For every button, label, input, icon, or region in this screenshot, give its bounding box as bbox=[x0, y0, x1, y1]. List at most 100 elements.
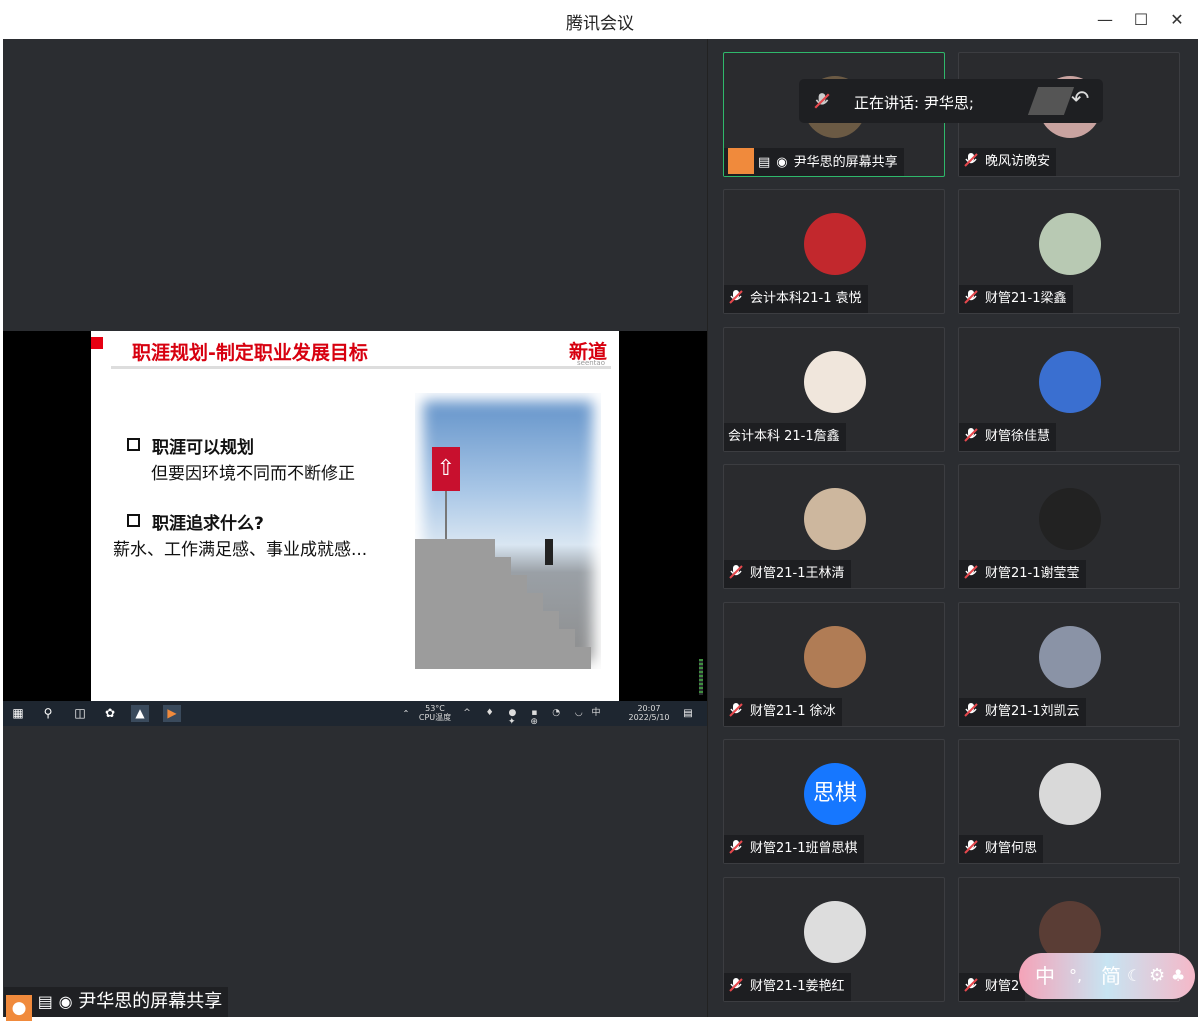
participant-tile[interactable]: 财管21-1王林清 bbox=[723, 464, 945, 589]
close-button[interactable]: ✕ bbox=[1162, 8, 1192, 32]
participant-avatar bbox=[1039, 213, 1101, 275]
cpu-temp-label: CPU温度 bbox=[418, 713, 452, 722]
bullet-box-icon bbox=[127, 438, 140, 451]
slide-title-underline bbox=[111, 366, 611, 369]
participant-name-label: 财管何思 bbox=[959, 835, 1044, 863]
participant-name-label: 财管21-1 徐冰 bbox=[724, 698, 842, 726]
participant-name-label: 财管21-1班曾思棋 bbox=[724, 835, 864, 863]
participant-name: 财管21-1班曾思棋 bbox=[750, 841, 858, 856]
ime-indicator: 中 bbox=[591, 708, 601, 718]
search-icon: ⚲ bbox=[43, 706, 53, 720]
participant-avatar bbox=[1039, 351, 1101, 413]
app-icon: ✿ bbox=[104, 706, 116, 720]
title-bar: 腾讯会议 — ☐ ✕ bbox=[0, 0, 1200, 39]
participant-name: 财管21-1谢莹莹 bbox=[985, 566, 1080, 581]
participant-panel: ▤ ◉ 尹华思的屏幕共享 晚风访晚安 会计本科21-1 袁悦 财管21-1梁鑫 会计… bbox=[707, 39, 1198, 1017]
slide-logo-sub: seentao bbox=[576, 359, 605, 367]
participant-avatar bbox=[804, 351, 866, 413]
participant-tile[interactable]: 财管徐佳慧 bbox=[958, 327, 1180, 452]
mic-muted-icon bbox=[964, 290, 978, 304]
shared-taskbar: ▦ ⚲ ◫ ✿ ▲ ▶ ⌃ 53°C CPU温度 ^ ♦ ● ▪ ◔ ◡ ✦ ⊕ … bbox=[3, 701, 707, 727]
mic-muted-icon bbox=[964, 153, 978, 167]
clock-date: 2022/5/10 bbox=[628, 713, 670, 722]
ime-lang[interactable]: 中 bbox=[1035, 953, 1055, 999]
clock: 20:07 2022/5/10 bbox=[623, 704, 675, 722]
bullet-box-icon bbox=[127, 514, 140, 527]
ime-mode[interactable]: 简 bbox=[1101, 953, 1121, 999]
participant-name: 财管21-1刘凯云 bbox=[985, 704, 1080, 719]
undo-arrow-icon[interactable]: ↶ bbox=[1071, 87, 1089, 112]
screen-share-icon: ▤ bbox=[758, 155, 771, 170]
participant-name: 会计本科 21-1詹鑫 bbox=[728, 429, 840, 444]
participant-tile[interactable]: 财管21-1谢莹莹 bbox=[958, 464, 1180, 589]
participant-tile[interactable]: 财管21-1 徐冰 bbox=[723, 602, 945, 727]
stairs-graphic bbox=[415, 539, 591, 669]
slide-title: 职涯规划-制定职业发展目标 bbox=[132, 342, 368, 364]
participant-name-label: 财管21-1刘凯云 bbox=[959, 698, 1086, 726]
participant-tile[interactable]: 思棋 财管21-1班曾思棋 bbox=[723, 739, 945, 864]
participant-name: 财管21-1梁鑫 bbox=[985, 291, 1067, 306]
participant-name-label: 财管21-1梁鑫 bbox=[959, 285, 1073, 313]
punctuation-icon[interactable]: °, bbox=[1069, 953, 1082, 999]
participant-name: 财管徐佳慧 bbox=[985, 429, 1051, 444]
participant-name: 财管何思 bbox=[985, 841, 1038, 856]
shared-screen: 职涯规划-制定职业发展目标 新道 seentao 职涯可以规划 但要因环境不同而… bbox=[3, 331, 707, 727]
mic-muted-icon bbox=[964, 978, 978, 992]
mic-muted-icon bbox=[729, 840, 743, 854]
participant-tile[interactable]: 财管21-1刘凯云 bbox=[958, 602, 1180, 727]
mic-muted-icon bbox=[964, 428, 978, 442]
slide-bullet-2-text: 职涯追求什么? bbox=[152, 514, 264, 534]
mic-muted-icon bbox=[729, 978, 743, 992]
ime-toolbar[interactable]: 中 °, 简 ☾ ⚙ ♣ bbox=[1019, 953, 1195, 999]
participant-avatar bbox=[804, 488, 866, 550]
participant-name: 晚风访晚安 bbox=[985, 154, 1051, 169]
participant-name-label: 财管21-1谢莹莹 bbox=[959, 560, 1086, 588]
maximize-button[interactable]: ☐ bbox=[1126, 8, 1156, 32]
participant-name-label: ▤ ◉ 尹华思的屏幕共享 bbox=[724, 148, 904, 176]
participant-tile[interactable]: 财管21-1姜艳红 bbox=[723, 877, 945, 1002]
moon-icon[interactable]: ☾ bbox=[1127, 953, 1141, 999]
participant-tile[interactable]: 财管21-1梁鑫 bbox=[958, 189, 1180, 314]
gear-icon[interactable]: ⚙ bbox=[1149, 953, 1165, 999]
chevron-up-icon: ⌃ bbox=[402, 709, 410, 718]
participant-tile[interactable]: 会计本科21-1 袁悦 bbox=[723, 189, 945, 314]
participant-name: 财管2 bbox=[985, 979, 1020, 994]
participant-avatar bbox=[804, 213, 866, 275]
mic-muted-icon bbox=[729, 703, 743, 717]
skin-icon[interactable]: ♣ bbox=[1171, 953, 1185, 999]
microphone-icon: ◉ bbox=[776, 155, 788, 170]
slide-bullet-1-sub: 但要因环境不同而不断修正 bbox=[151, 464, 355, 484]
cpu-temp-value: 53°C bbox=[425, 704, 445, 713]
windows-start-icon: ▦ bbox=[12, 706, 24, 720]
speaking-text: 正在讲话: 尹华思; bbox=[854, 94, 974, 112]
slide-red-marker bbox=[91, 337, 103, 349]
minimize-button[interactable]: — bbox=[1090, 8, 1120, 32]
slide-bullet-1-text: 职涯可以规划 bbox=[152, 438, 254, 458]
slide-bullet-1: 职涯可以规划 bbox=[127, 433, 254, 458]
participant-name: 财管21-1王林清 bbox=[750, 566, 845, 581]
mic-muted-icon bbox=[964, 840, 978, 854]
user-avatar-icon bbox=[728, 148, 754, 174]
participant-avatar bbox=[1039, 488, 1101, 550]
participant-name-label: 晚风访晚安 bbox=[959, 148, 1057, 176]
diamond-icon bbox=[1027, 87, 1075, 115]
participant-tile[interactable]: 财管何思 bbox=[958, 739, 1180, 864]
mic-muted-icon bbox=[964, 703, 978, 717]
participant-name: 会计本科21-1 袁悦 bbox=[750, 291, 862, 306]
participant-name: 财管21-1姜艳红 bbox=[750, 979, 845, 994]
presentation-slide: 职涯规划-制定职业发展目标 新道 seentao 职涯可以规划 但要因环境不同而… bbox=[91, 331, 619, 701]
participant-avatar bbox=[1039, 763, 1101, 825]
participant-avatar bbox=[804, 901, 866, 963]
powerpoint-icon: ▶ bbox=[163, 705, 181, 722]
participant-tile[interactable]: 会计本科 21-1詹鑫 bbox=[723, 327, 945, 452]
mic-muted-icon bbox=[964, 565, 978, 579]
volume-meter bbox=[699, 659, 703, 695]
share-owner-label: ● ▤ ◉ 尹华思的屏幕共享 bbox=[4, 987, 229, 1021]
participant-name-label: 财管2 bbox=[959, 973, 1026, 1001]
participant-name: 财管21-1 徐冰 bbox=[750, 704, 836, 719]
participant-avatar-text: 思棋 bbox=[804, 763, 866, 825]
participant-name-label: 财管徐佳慧 bbox=[959, 423, 1057, 451]
participant-avatar bbox=[1039, 626, 1101, 688]
meeting-app-icon: ▲ bbox=[131, 705, 149, 722]
participant-name-label: 财管21-1姜艳红 bbox=[724, 973, 851, 1001]
